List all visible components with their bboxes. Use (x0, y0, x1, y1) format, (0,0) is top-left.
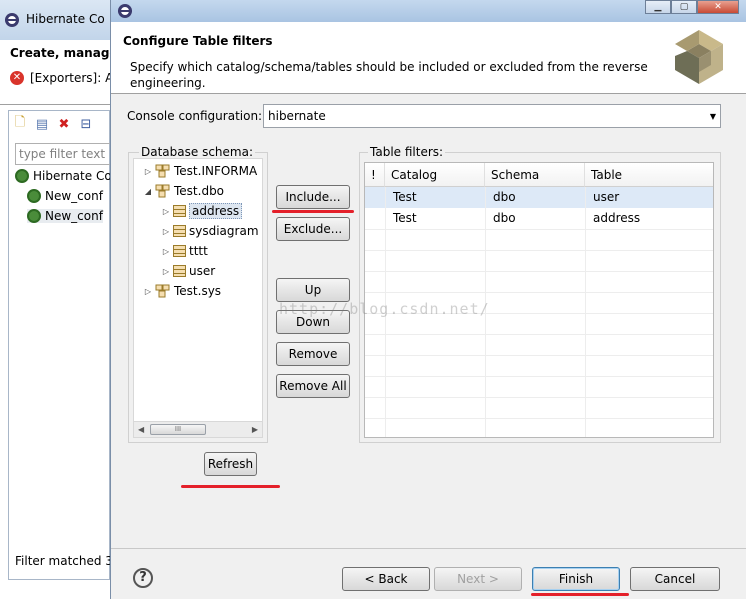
expand-icon[interactable]: ▷ (162, 207, 170, 216)
console-configuration-select[interactable]: hibernate ▼ (263, 104, 721, 128)
console-configuration-value: hibernate (268, 109, 326, 123)
window-controls: ▁ ▢ ✕ (645, 0, 739, 14)
tree-item[interactable]: New_conf (27, 209, 103, 223)
tree-item-sysdiagram[interactable]: ▷ sysdiagram (162, 222, 259, 240)
background-window-title: Hibernate Co (26, 12, 105, 26)
exclude-button[interactable]: Exclude... (276, 217, 350, 241)
grid-line (585, 187, 586, 437)
finish-button[interactable]: Finish (532, 567, 620, 591)
eclipse-icon (5, 13, 19, 27)
grid-line (365, 292, 713, 293)
remove-button[interactable]: Remove (276, 342, 350, 366)
tree-item[interactable]: Hibernate Co (15, 169, 112, 183)
tree-item-address[interactable]: ▷ address (162, 202, 243, 220)
expand-icon[interactable]: ▷ (144, 287, 152, 296)
grid-line (365, 355, 713, 356)
next-button[interactable]: Next > (434, 567, 522, 591)
page-description: Specify which catalog/schema/tables shou… (130, 60, 648, 90)
minimize-icon[interactable]: ▁ (645, 0, 671, 14)
table-icon (173, 205, 186, 217)
chevron-down-icon: ▼ (709, 112, 716, 121)
grid-line (365, 250, 713, 251)
page-title: Configure Table filters (123, 34, 273, 48)
watermark-text: http://blog.csdn.net/ (279, 300, 490, 318)
grid-line (365, 271, 713, 272)
tree-item-test-dbo[interactable]: ◢ Test.dbo (144, 182, 224, 200)
grid-line (365, 334, 713, 335)
remove-all-button[interactable]: Remove All (276, 374, 350, 398)
database-schema-tree[interactable]: ▷ Test.INFORMA ◢ Test.dbo ▷ address ▷ sy… (133, 158, 263, 438)
collapse-icon[interactable]: ⊟ (77, 115, 95, 133)
eclipse-icon (118, 4, 132, 18)
collapse-icon[interactable]: ◢ (144, 187, 152, 196)
column-header-table[interactable]: Table (585, 163, 713, 187)
database-icon (155, 164, 170, 178)
table-icon (173, 265, 186, 277)
table-icon (173, 225, 186, 237)
delete-icon[interactable]: ✖ (55, 115, 73, 133)
horizontal-scrollbar[interactable]: ◀ III ▶ (134, 421, 262, 437)
grid-line (365, 376, 713, 377)
back-button[interactable]: < Back (342, 567, 430, 591)
tree-item-test-informa[interactable]: ▷ Test.INFORMA (144, 162, 257, 180)
dialog-titlebar[interactable]: ▁ ▢ ✕ (111, 0, 746, 22)
error-text: [Exporters]: A (30, 71, 114, 85)
column-header-catalog[interactable]: Catalog (385, 163, 485, 187)
background-separator (0, 104, 110, 105)
tree-item[interactable]: New_conf (27, 189, 103, 203)
help-icon[interactable]: ? (133, 568, 153, 588)
tree-item-test-sys[interactable]: ▷ Test.sys (144, 282, 221, 300)
background-toolbar: 🗋 ▤ ✖ ⊟ (11, 115, 95, 133)
error-icon: ✕ (10, 71, 24, 85)
background-banner-title: Create, manage, (10, 46, 123, 60)
maximize-icon[interactable]: ▢ (671, 0, 697, 14)
expand-icon[interactable]: ▷ (162, 247, 170, 256)
grid-line (365, 397, 713, 398)
table-row[interactable]: Test dbo user (365, 187, 713, 208)
expand-icon[interactable]: ▷ (162, 267, 170, 276)
scroll-left-icon[interactable]: ◀ (138, 425, 144, 434)
scroll-right-icon[interactable]: ▶ (252, 425, 258, 434)
gear-icon (15, 169, 29, 183)
database-icon (155, 284, 170, 298)
background-status-text: Filter matched 3 (15, 554, 113, 568)
grid-line (365, 229, 713, 230)
gear-icon (27, 189, 41, 203)
column-header-flag[interactable]: ! (365, 163, 385, 187)
database-schema-label: Database schema: (139, 145, 255, 159)
annotation-underline (272, 210, 354, 213)
annotation-underline (181, 485, 280, 488)
edit-icon[interactable]: ▤ (33, 115, 51, 133)
background-config-panel: 🗋 ▤ ✖ ⊟ type filter text Hibernate Co Ne… (8, 110, 115, 580)
expand-icon[interactable]: ▷ (144, 167, 152, 176)
tree-item-user[interactable]: ▷ user (162, 262, 215, 280)
dialog-header: Configure Table filters Specify which ca… (111, 22, 746, 94)
refresh-button[interactable]: Refresh (204, 452, 257, 476)
grid-line (365, 418, 713, 419)
include-button[interactable]: Include... (276, 185, 350, 209)
table-icon (173, 245, 186, 257)
scroll-thumb[interactable]: III (150, 424, 206, 435)
background-error-message: ✕ [Exporters]: A (10, 71, 120, 85)
expand-icon[interactable]: ▷ (162, 227, 170, 236)
column-header-schema[interactable]: Schema (485, 163, 585, 187)
bottom-separator (111, 548, 746, 549)
annotation-underline (531, 593, 629, 596)
tree-item-tttt[interactable]: ▷ tttt (162, 242, 208, 260)
table-row[interactable]: Test dbo address (365, 208, 713, 229)
close-icon[interactable]: ✕ (697, 0, 739, 14)
gear-icon (27, 209, 41, 223)
hibernate-logo-icon (675, 30, 723, 84)
table-filters-label: Table filters: (368, 145, 446, 159)
cancel-button[interactable]: Cancel (630, 567, 720, 591)
console-configuration-label: Console configuration: (127, 109, 263, 123)
configure-table-filters-dialog: ▁ ▢ ✕ Configure Table filters Specify wh… (110, 0, 746, 599)
new-icon[interactable]: 🗋 (11, 115, 29, 133)
database-icon (155, 184, 170, 198)
filter-input[interactable]: type filter text (15, 143, 115, 165)
up-button[interactable]: Up (276, 278, 350, 302)
